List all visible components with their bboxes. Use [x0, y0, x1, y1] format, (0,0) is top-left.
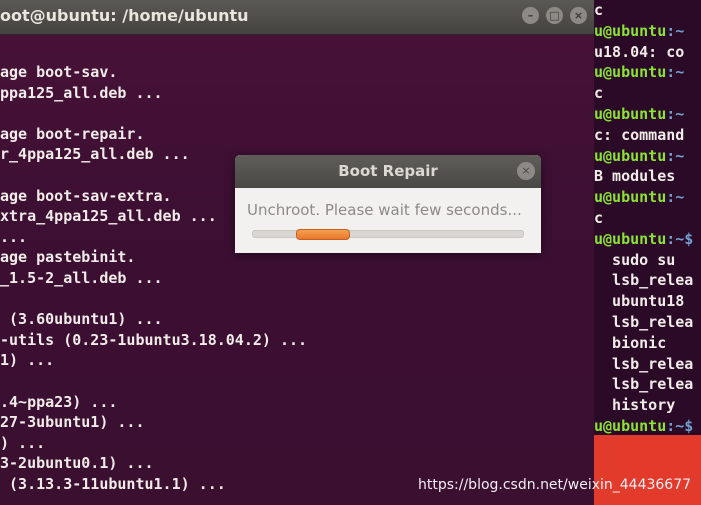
terminal-line: (3.60ubuntu1) ... [0, 310, 163, 329]
progress-bar [252, 229, 524, 240]
right-terminal-text: lsb_relea [594, 375, 694, 394]
dialog-message: Unchroot. Please wait few seconds... [247, 201, 522, 219]
right-terminal-text: lsb_relea [594, 271, 694, 290]
prompt-path: :~ [666, 21, 685, 40]
right-terminal-line: B modules [594, 166, 701, 187]
terminal-line: 1) ... [0, 351, 55, 370]
prompt-path: :~ [666, 146, 685, 165]
right-terminal-line: lsb_relea [594, 374, 701, 395]
right-terminal-line: c [594, 208, 701, 229]
right-terminal-text: u18.04: co [594, 42, 685, 61]
terminal-line: 27-3ubuntu1) ... [0, 413, 145, 432]
right-terminal-text: bionic [594, 333, 667, 352]
right-terminal-line: u@ubuntu:~ [594, 62, 701, 83]
prompt-user: u@ubuntu [594, 63, 667, 82]
right-terminal-text: lsb_relea [594, 312, 694, 331]
prompt-user: u@ubuntu [594, 416, 667, 435]
terminal-line: .4~ppa23) ... [0, 392, 118, 411]
terminal-line: -utils (0.23-1ubuntu3.18.04.2) ... [0, 330, 308, 349]
right-terminal-line: sudo su [594, 250, 701, 271]
right-terminal-text: lsb_relea [594, 354, 694, 373]
right-terminal-line: c [594, 0, 701, 21]
prompt-user: u@ubuntu [594, 229, 667, 248]
right-terminal-line: c: command [594, 125, 701, 146]
right-terminal-line: c [594, 83, 701, 104]
terminal-line: (3.13.3-11ubuntu1.1) ... [0, 474, 226, 493]
terminal-line: age boot-sav. [0, 63, 118, 81]
right-terminal-line: u18.04: co [594, 42, 701, 63]
prompt-user: u@ubuntu [594, 21, 667, 40]
dialog-close-icon[interactable]: × [517, 162, 535, 180]
right-terminal-line: u@ubuntu:~ [594, 21, 701, 42]
terminal-title: oot@ubuntu: /home/ubuntu [0, 6, 249, 25]
right-terminal-line: bionic [594, 333, 701, 354]
right-terminal-text: c: command [594, 125, 685, 144]
close-icon[interactable]: × [570, 7, 587, 24]
boot-repair-dialog: Boot Repair × Unchroot. Please wait few … [235, 155, 541, 253]
progress-indicator [296, 229, 350, 240]
terminal-titlebar[interactable]: oot@ubuntu: /home/ubuntu – □ × [0, 0, 594, 35]
right-terminal-text: c [594, 84, 604, 103]
maximize-icon[interactable]: □ [546, 7, 563, 24]
prompt-path: :~ [666, 188, 685, 207]
right-terminal-text: sudo su [594, 250, 676, 269]
right-terminal-text: c [594, 208, 604, 227]
minimize-icon[interactable]: – [522, 7, 539, 24]
terminal-output[interactable]: age boot-sav. ppa125_all.deb ... age boot-… [0, 62, 307, 494]
dialog-title[interactable]: Boot Repair [235, 155, 541, 188]
right-terminal-line: u@ubuntu:~$ [594, 416, 701, 435]
terminal-line: ppa125_all.deb ... [0, 83, 163, 102]
right-terminal-line: lsb_relea [594, 354, 701, 375]
right-terminal-text: history [594, 396, 676, 415]
right-terminal-line: u@ubuntu:~ [594, 187, 701, 208]
terminal-line: 3-2ubuntu0.1) ... [0, 454, 154, 473]
right-terminal-line: lsb_relea [594, 312, 701, 333]
red-panel [594, 435, 701, 505]
prompt-path: :~$ [666, 229, 694, 248]
right-terminal-text: ubuntu18 [594, 292, 685, 311]
right-terminal-line: lsb_relea [594, 270, 701, 291]
terminal-line: ) ... [0, 433, 46, 452]
prompt-user: u@ubuntu [594, 188, 667, 207]
terminal-line: age boot-repair. [0, 124, 145, 143]
right-terminal-text: B modules [594, 167, 676, 186]
right-terminal-line: u@ubuntu:~ [594, 104, 701, 125]
prompt-path: :~ [666, 104, 685, 123]
terminal-line: _1.5-2_all.deb ... [0, 268, 163, 287]
right-terminal-line: history [594, 395, 701, 416]
right-terminal-text: c [594, 1, 604, 19]
right-terminal-line: u@ubuntu:~$ [594, 229, 701, 250]
watermark: https://blog.csdn.net/weixin_44436677 [418, 477, 692, 493]
prompt-path: :~$ [666, 416, 694, 435]
prompt-user: u@ubuntu [594, 104, 667, 123]
right-terminal-line: u@ubuntu:~ [594, 146, 701, 167]
prompt-path: :~ [666, 63, 685, 82]
prompt-user: u@ubuntu [594, 146, 667, 165]
right-terminal-output[interactable]: c u@ubuntu:~ u18.04: co u@ubuntu:~ c u@ubuntu… [594, 0, 701, 435]
right-terminal-line: ubuntu18 [594, 291, 701, 312]
